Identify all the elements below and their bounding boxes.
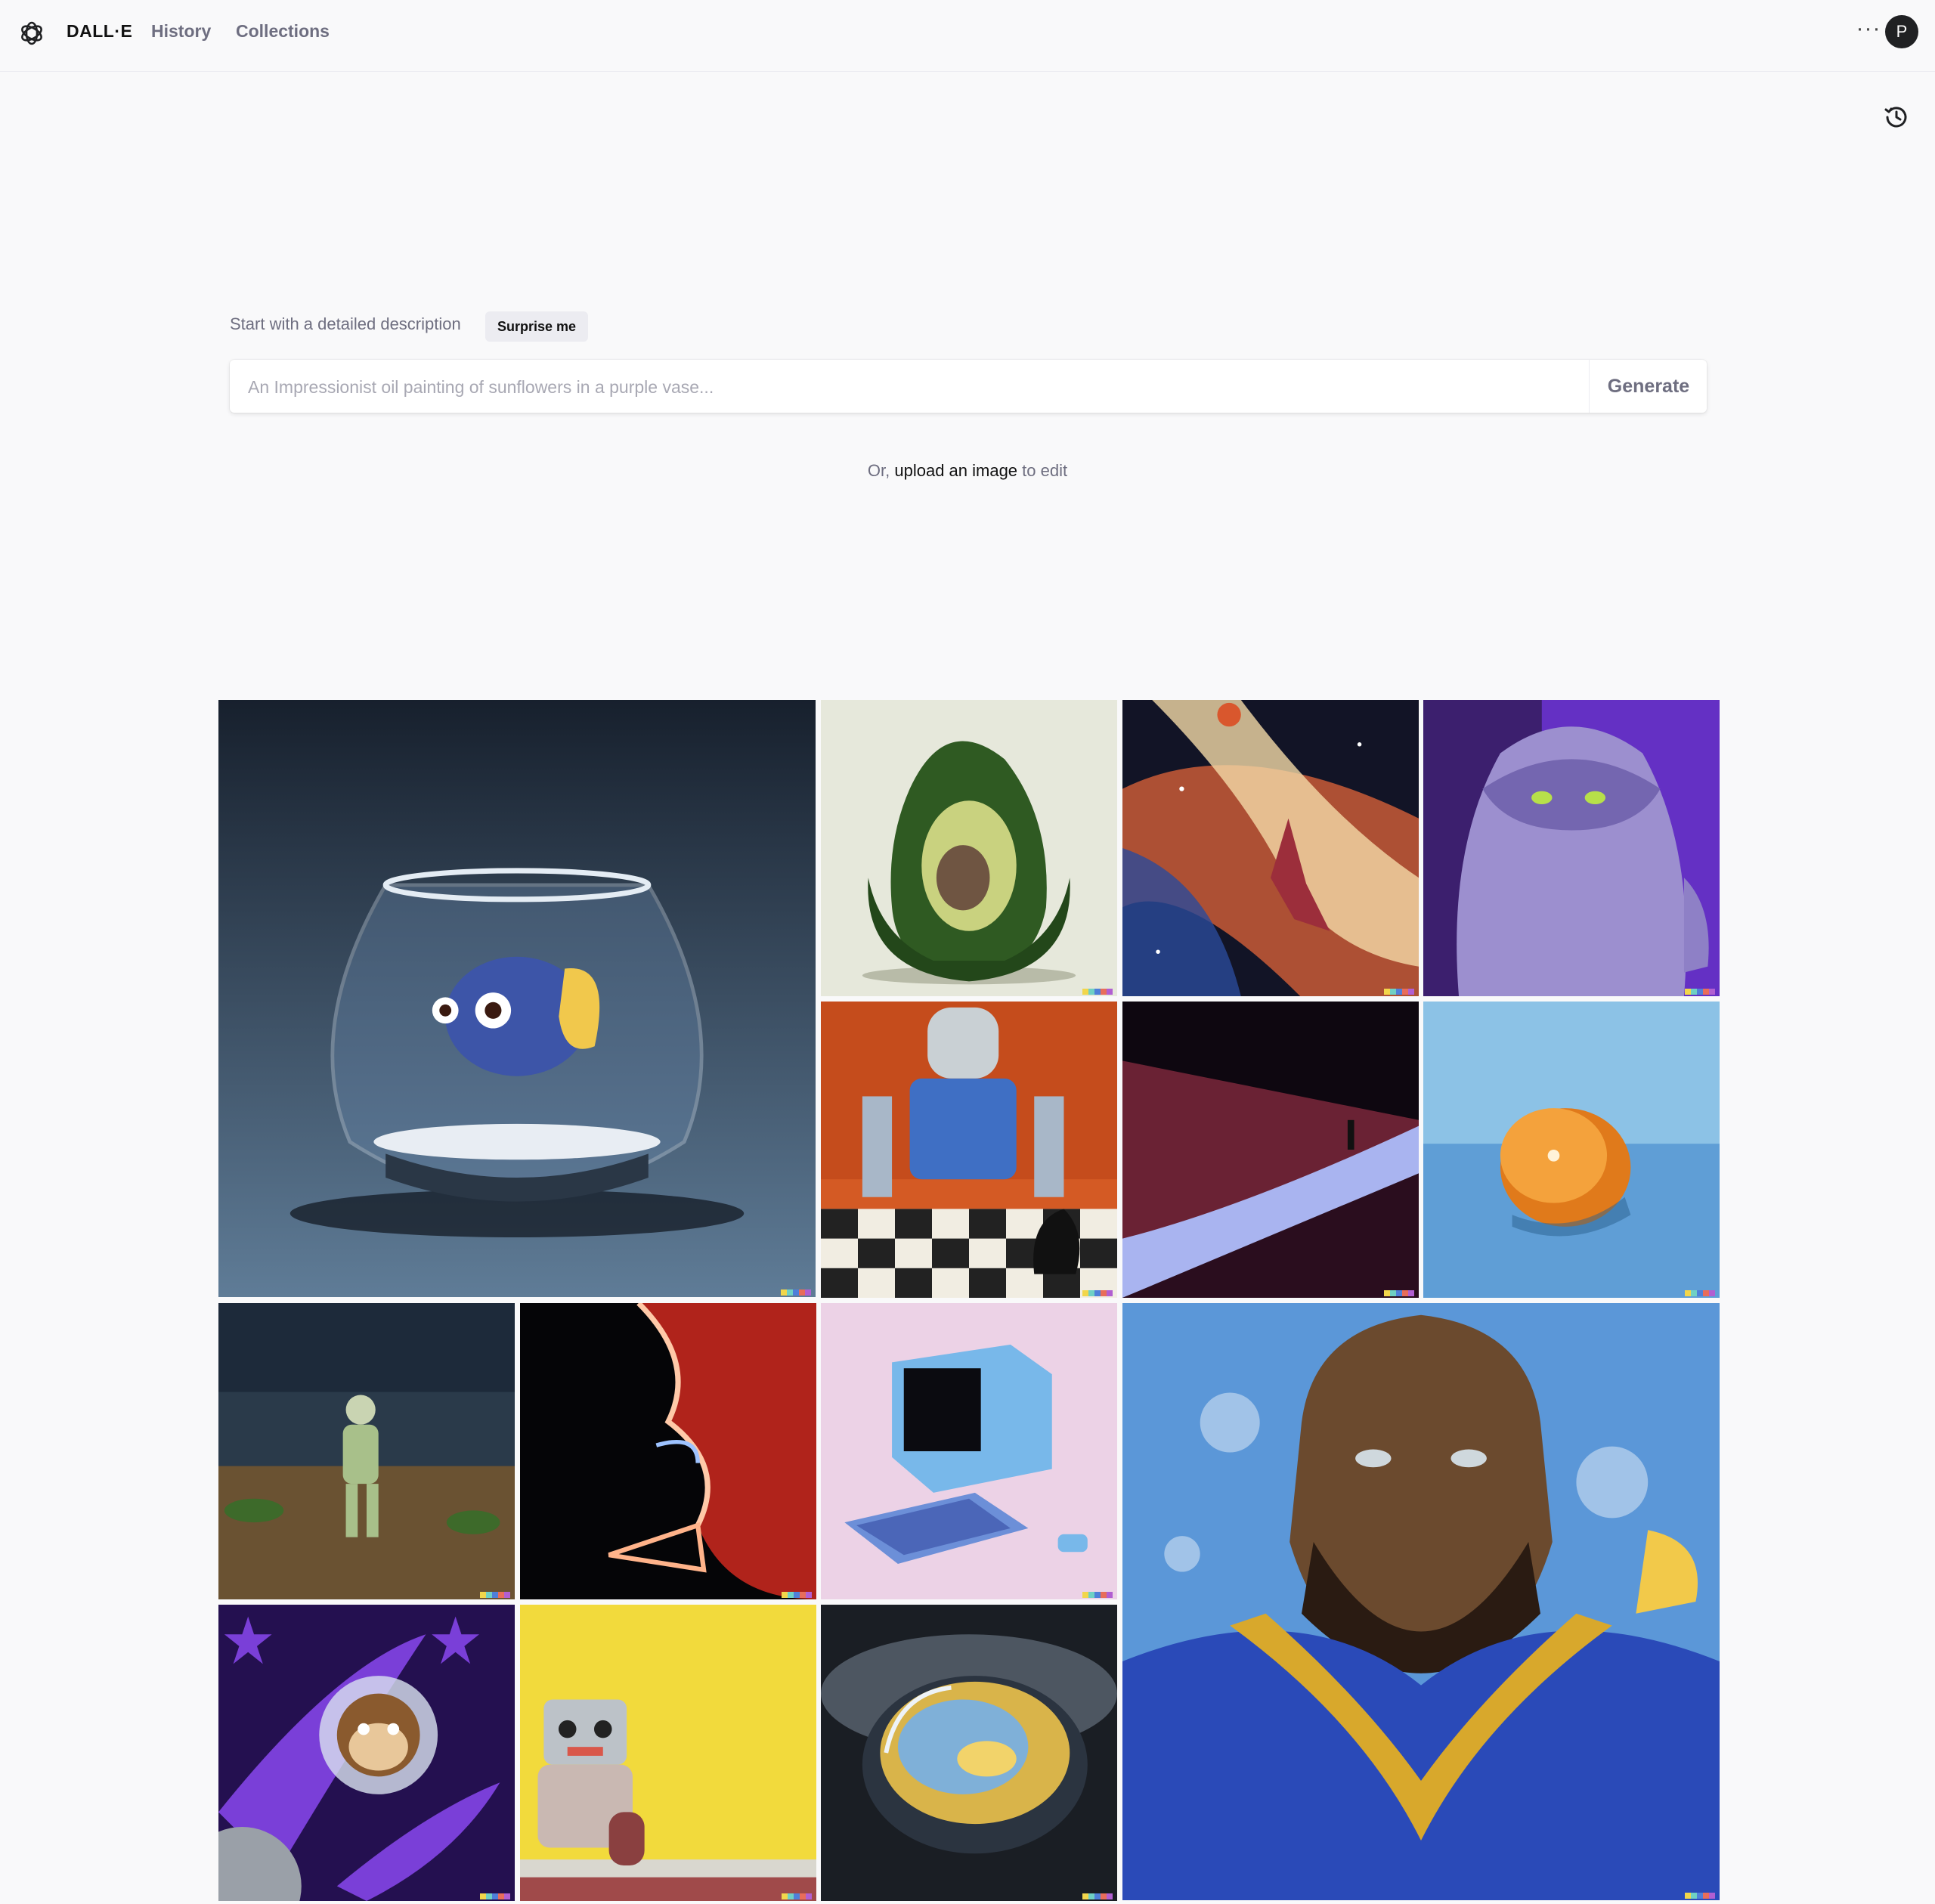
upload-line: Or, upload an image to edit (0, 461, 1935, 481)
dalle-signature (480, 1592, 510, 1598)
gallery-tile-orange-half[interactable] (1423, 1002, 1720, 1298)
gallery-tile-astronaut-desert[interactable] (218, 1303, 515, 1599)
nav-link-collections[interactable]: Collections (236, 21, 330, 42)
top-nav: DALL·E History Collections ··· P (0, 0, 1935, 72)
gallery-tile-monkey-astronaut[interactable] (218, 1605, 515, 1901)
more-options-icon[interactable]: ··· (1853, 17, 1884, 47)
gallery-tile-retro-computer[interactable] (821, 1303, 1117, 1599)
nav-link-history[interactable]: History (151, 21, 211, 42)
dalle-signature (1685, 989, 1715, 995)
gallery-tile-soup-portal[interactable] (821, 1605, 1117, 1901)
history-icon[interactable] (1882, 103, 1911, 132)
upload-image-link[interactable]: upload an image (894, 461, 1017, 480)
upload-suffix: to edit (1022, 461, 1068, 480)
gallery-tile-basketball-nebula[interactable] (1122, 700, 1419, 996)
dalle-signature (1685, 1893, 1715, 1899)
openai-logo-icon[interactable] (17, 18, 47, 48)
gallery-tile-purple-monster[interactable] (1423, 700, 1720, 996)
dalle-signature (1384, 989, 1414, 995)
gallery-tile-football-portrait[interactable] (1122, 1303, 1720, 1900)
gallery-tile-neon-face[interactable] (520, 1303, 816, 1599)
gallery-tile-fishbowl[interactable] (218, 700, 816, 1297)
prompt-label: Start with a detailed description (230, 314, 461, 333)
dalle-signature (1082, 989, 1113, 995)
dalle-signature (781, 1289, 811, 1296)
prompt-bar: Generate (230, 360, 1707, 414)
dalle-signature (1082, 1893, 1113, 1899)
gallery-tile-glowing-dune[interactable] (1122, 1002, 1419, 1298)
generate-divider (1589, 360, 1590, 413)
brand-title[interactable]: DALL·E (67, 21, 132, 42)
surprise-me-button[interactable]: Surprise me (485, 311, 589, 342)
dalle-signature (1685, 1290, 1715, 1296)
gallery-tile-toy-robot[interactable] (520, 1605, 816, 1901)
generate-button[interactable]: Generate (1590, 360, 1707, 413)
dalle-signature (782, 1592, 812, 1598)
dalle-signature (1082, 1290, 1113, 1296)
dalle-signature (1082, 1592, 1113, 1598)
gallery-tile-robot-chess[interactable] (821, 1002, 1117, 1298)
dalle-signature (480, 1893, 510, 1899)
dalle-signature (1384, 1290, 1414, 1296)
prompt-input[interactable] (246, 360, 1580, 414)
dalle-signature (782, 1893, 812, 1899)
gallery-tile-avocado-chair[interactable] (821, 700, 1117, 996)
user-avatar[interactable]: P (1885, 15, 1918, 48)
upload-prefix: Or, (867, 461, 890, 480)
